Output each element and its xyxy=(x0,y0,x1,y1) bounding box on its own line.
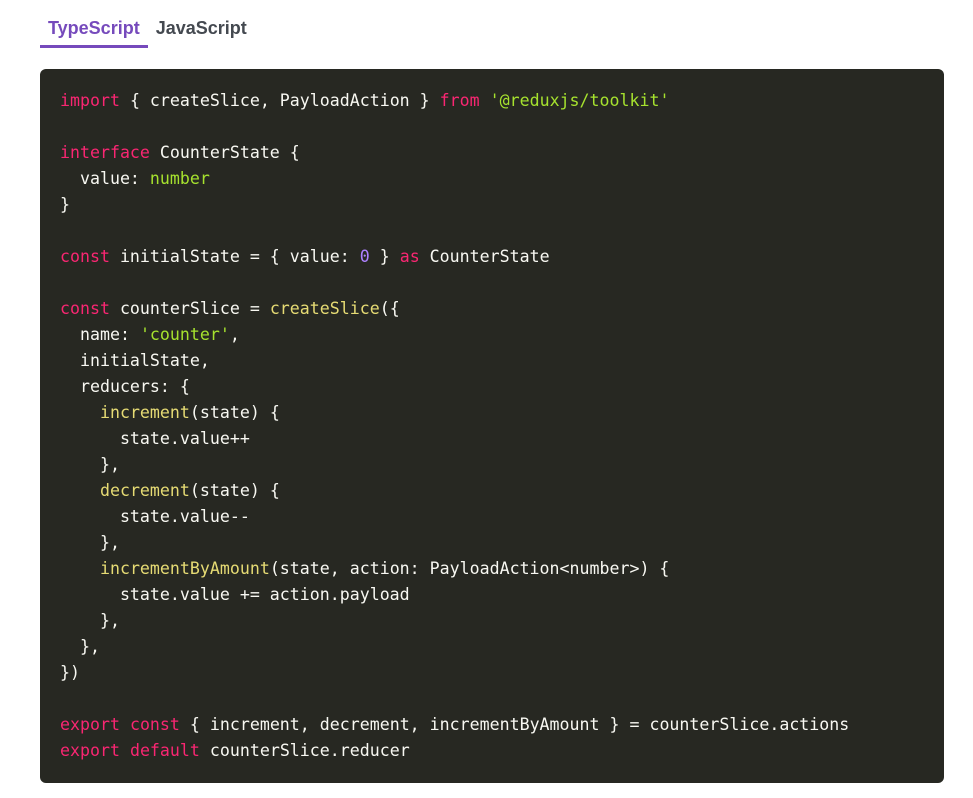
code-token: { createSlice, PayloadAction } xyxy=(119,91,440,110)
code-line: state.value-- xyxy=(60,504,924,530)
code-line: initialState, xyxy=(60,348,924,374)
code-token: }) xyxy=(60,663,80,682)
code-token: }, xyxy=(60,637,100,656)
code-token: } xyxy=(369,247,400,266)
code-line: const counterSlice = createSlice({ xyxy=(60,296,924,322)
code-token: createSlice xyxy=(269,299,380,318)
code-token: }, xyxy=(60,455,120,474)
code-token: counterSlice = xyxy=(109,299,270,318)
code-token: as xyxy=(399,247,420,266)
code-token: incrementByAmount xyxy=(99,559,270,578)
code-line: value: number xyxy=(60,166,924,192)
code-token: interface xyxy=(60,143,150,162)
code-token: 'counter' xyxy=(139,325,230,344)
code-token: }, xyxy=(60,611,120,630)
code-line: }) xyxy=(60,660,924,686)
code-token: { increment, decrement, incrementByAmoun… xyxy=(179,715,850,734)
code-token: counterSlice.reducer xyxy=(199,741,410,760)
code-token: export xyxy=(60,715,120,734)
code-line: }, xyxy=(60,530,924,556)
code-line: increment(state) { xyxy=(60,400,924,426)
code-token: value: xyxy=(60,169,150,188)
code-token: reducers: { xyxy=(60,377,190,396)
code-token: (state) { xyxy=(189,481,280,500)
code-token: CounterState xyxy=(419,247,550,266)
code-token: name: xyxy=(60,325,140,344)
code-token: } xyxy=(60,195,70,214)
code-token: initialState = { value: xyxy=(109,247,360,266)
code-line: const initialState = { value: 0 } as Cou… xyxy=(60,244,924,270)
code-token: export xyxy=(60,741,120,760)
code-line: import { createSlice, PayloadAction } fr… xyxy=(60,88,924,114)
code-line: }, xyxy=(60,608,924,634)
code-token: from xyxy=(439,91,480,110)
code-line: } xyxy=(60,192,924,218)
code-line: name: 'counter', xyxy=(60,322,924,348)
code-token: CounterState { xyxy=(149,143,300,162)
tab-javascript[interactable]: JavaScript xyxy=(148,12,255,48)
code-line: interface CounterState { xyxy=(60,140,924,166)
code-line: export default counterSlice.reducer xyxy=(60,738,924,764)
code-line: state.value++ xyxy=(60,426,924,452)
code-block[interactable]: import { createSlice, PayloadAction } fr… xyxy=(40,69,944,783)
language-tabs: TypeScript JavaScript xyxy=(40,12,255,50)
code-token: state.value-- xyxy=(60,507,250,526)
code-token: state.value += action.payload xyxy=(60,585,410,604)
code-token: default xyxy=(129,741,200,760)
tab-typescript[interactable]: TypeScript xyxy=(40,12,148,48)
code-token: decrement xyxy=(99,481,190,500)
code-line: reducers: { xyxy=(60,374,924,400)
code-token: , xyxy=(229,325,240,344)
code-token: }, xyxy=(60,533,120,552)
code-line: }, xyxy=(60,452,924,478)
code-token: initialState, xyxy=(60,351,210,370)
code-token: (state, action: PayloadAction<number>) { xyxy=(269,559,670,578)
code-line: incrementByAmount(state, action: Payload… xyxy=(60,556,924,582)
code-token: number xyxy=(149,169,210,188)
code-token: const xyxy=(60,299,110,318)
code-token: const xyxy=(60,247,110,266)
code-token: (state) { xyxy=(189,403,280,422)
code-token: state.value++ xyxy=(60,429,250,448)
code-line: export const { increment, decrement, inc… xyxy=(60,712,924,738)
code-token: 0 xyxy=(359,247,370,266)
code-line: state.value += action.payload xyxy=(60,582,924,608)
code-token: increment xyxy=(99,403,190,422)
code-line: }, xyxy=(60,634,924,660)
code-token: const xyxy=(129,715,180,734)
code-line: decrement(state) { xyxy=(60,478,924,504)
code-content: import { createSlice, PayloadAction } fr… xyxy=(60,88,924,764)
code-token: ({ xyxy=(379,299,400,318)
code-token: '@reduxjs/toolkit' xyxy=(489,91,670,110)
code-token: import xyxy=(60,91,120,110)
